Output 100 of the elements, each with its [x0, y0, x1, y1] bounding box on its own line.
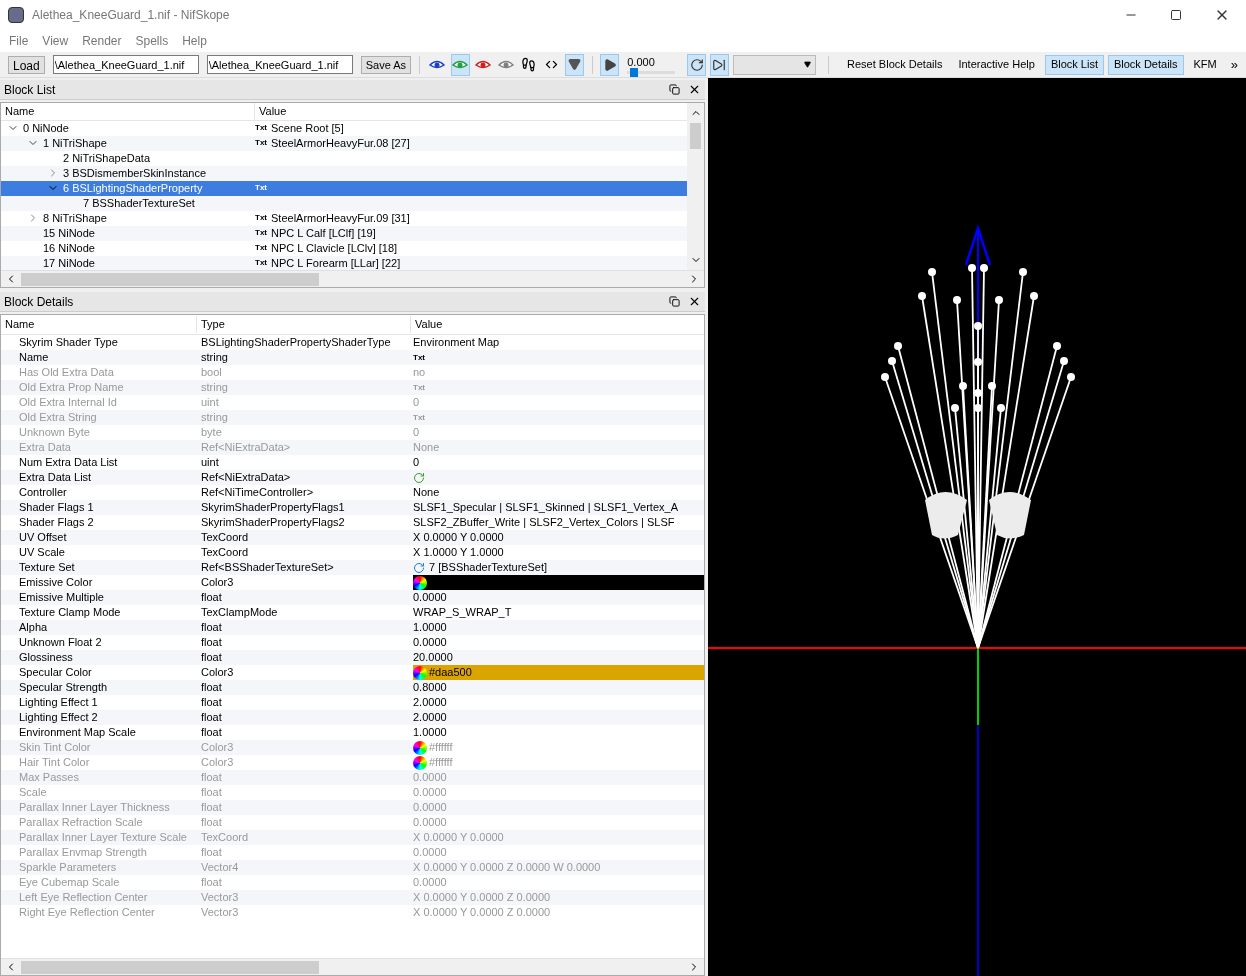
detail-row[interactable]: UV Offset TexCoord X 0.0000 Y 0.0000 — [1, 530, 704, 545]
name-cell-text: Lighting Effect 2 — [18, 710, 99, 726]
value-cell-text: no — [413, 365, 426, 381]
toolbar-action[interactable]: Reset Block Details — [841, 54, 949, 75]
panel-title: Block Details — [4, 293, 75, 311]
type-cell-text: float — [200, 710, 223, 726]
scrollbar-thumb[interactable] — [21, 272, 320, 286]
close-icon[interactable] — [688, 295, 701, 308]
value-cell-text: SLSF1_Specular | SLSF1_Skinned | SLSF1_Vertex_A — [413, 500, 678, 516]
maximize-icon[interactable] — [1170, 9, 1182, 21]
menu-item[interactable]: View — [35, 32, 76, 50]
color-hex: #ffffff — [429, 740, 453, 756]
type-cell-text: float — [200, 695, 223, 711]
value-cell-text: 2.0000 — [413, 710, 447, 726]
name-cell-text: Texture Set — [18, 560, 76, 576]
type-cell-text: Vector3 — [200, 905, 240, 921]
block-name: 0 NiNode — [22, 120, 69, 136]
time-slider-handle[interactable] — [629, 67, 638, 77]
3d-viewport[interactable] — [708, 78, 1246, 976]
name-cell-text: Sparkle Parameters — [18, 860, 118, 876]
play-icon — [602, 57, 617, 72]
detail-row[interactable]: Specular Strength float 0.8000 — [1, 680, 704, 695]
vertical-scrollbar[interactable] — [687, 103, 704, 270]
step-button[interactable] — [710, 53, 729, 76]
detail-row[interactable]: Shader Flags 1 SkyrimShaderPropertyFlags1 SLSF1_Specular | SLSF1_Skinned | SLSF1_Vertex_A — [1, 500, 704, 515]
block-name: 16 NiNode — [42, 240, 95, 256]
type-cell-text: float — [200, 620, 223, 636]
name-cell-text: Alpha — [18, 620, 49, 636]
color-swatch[interactable] — [413, 575, 704, 590]
color-wheel-icon — [413, 755, 427, 770]
type-cell-text: float — [200, 680, 223, 696]
file-path-field[interactable]: \Alethea_KneeGuard_1.nif — [206, 55, 353, 74]
menu-item[interactable]: Spells — [128, 32, 176, 50]
type-cell-text: Ref<NiExtraData> — [200, 470, 292, 486]
panel-title: Block List — [4, 81, 57, 99]
scrollbar-thumb[interactable] — [690, 123, 701, 149]
menu-item[interactable]: Help — [175, 32, 214, 50]
column-header[interactable]: Value — [255, 103, 287, 120]
horizontal-scrollbar[interactable] — [1, 958, 704, 975]
color-wheel-icon — [413, 575, 427, 590]
type-cell-text: byte — [200, 425, 223, 441]
value-cell-text: X 1.0000 Y 1.0000 — [413, 545, 504, 561]
play-button[interactable] — [600, 53, 620, 76]
name-cell-text: Old Extra String — [18, 410, 98, 426]
horizontal-scrollbar[interactable] — [1, 270, 704, 287]
view-tool-button[interactable] — [564, 53, 584, 76]
type-cell-text: BSLightingShaderPropertyShaderType — [200, 335, 392, 351]
toolbar-action[interactable]: KFM — [1187, 54, 1223, 75]
toolbar-overflow[interactable]: » — [1230, 54, 1238, 75]
name-cell-text: Unknown Float 2 — [18, 635, 103, 651]
load-button[interactable]: Load — [8, 55, 45, 74]
block-name: 6 BSLightingShaderProperty — [62, 180, 203, 196]
value-cell-text: 0.0000 — [413, 800, 447, 816]
save-as-button[interactable]: Save As — [360, 55, 412, 74]
type-cell-text: bool — [200, 365, 223, 381]
txt-tag: Txt — [413, 351, 425, 364]
value-cell-text: 2.0000 — [413, 695, 447, 711]
value-cell-text: 7 [BSShaderTextureSet] — [429, 560, 547, 576]
loop-button[interactable] — [687, 53, 707, 76]
toolbar-action[interactable]: Interactive Help — [952, 54, 1041, 75]
name-cell-text: Right Eye Reflection Center — [18, 905, 156, 921]
name-cell-text: Controller — [18, 485, 68, 501]
column-header[interactable]: Type — [197, 316, 411, 333]
dropdown-arrow-icon — [804, 61, 812, 68]
type-cell-text: float — [200, 800, 223, 816]
block-name: 7 BSShaderTextureSet — [82, 195, 195, 211]
detail-row[interactable]: Name string Txt — [1, 350, 704, 365]
close-icon[interactable] — [688, 83, 701, 96]
detail-row[interactable]: Lighting Effect 2 float 2.0000 — [1, 710, 704, 725]
menu-item[interactable]: File — [2, 32, 36, 50]
value-cell-text: 0 — [413, 425, 420, 441]
name-cell-text: Num Extra Data List — [18, 455, 119, 471]
file-path-field[interactable]: \Alethea_KneeGuard_1.nif — [52, 55, 199, 74]
name-cell-text: Parallax Inner Layer Thickness — [18, 800, 171, 816]
txt-tag: Txt — [255, 122, 267, 134]
detail-row[interactable]: Alpha float 1.0000 — [1, 620, 704, 635]
color-swatch[interactable]: #daa500 — [413, 665, 704, 680]
value-cell-text: 0.8000 — [413, 680, 447, 696]
scrollbar-thumb[interactable] — [21, 960, 320, 974]
color-hex: #daa500 — [429, 665, 472, 681]
float-icon[interactable] — [669, 296, 680, 307]
loop-icon — [689, 57, 704, 72]
detail-row[interactable]: Texture Set Ref<BSShaderTextureSet> 7 [BSShaderTextureSet] — [1, 560, 704, 575]
type-cell-text: TexCoord — [200, 545, 250, 561]
name-cell-text: Shader Flags 1 — [18, 500, 95, 516]
name-cell-text: Shader Flags 2 — [18, 515, 95, 531]
column-header[interactable]: Name — [1, 316, 197, 333]
type-cell-text: SkyrimShaderPropertyFlags2 — [200, 515, 346, 531]
type-cell-text: float — [200, 845, 223, 861]
toolbar-action[interactable]: Block Details — [1107, 54, 1184, 75]
detail-row[interactable]: Emissive Multiple float 0.0000 — [1, 590, 704, 605]
column-header[interactable]: Name — [1, 103, 255, 120]
float-icon[interactable] — [669, 84, 680, 95]
column-header[interactable]: Value — [411, 316, 443, 333]
detail-row[interactable]: Glossiness float 20.0000 — [1, 650, 704, 665]
type-cell-text: float — [200, 875, 223, 891]
menu-item[interactable]: Render — [75, 32, 129, 50]
name-cell-text: Emissive Multiple — [18, 590, 105, 606]
toolbar-action[interactable]: Block List — [1044, 54, 1104, 75]
detail-row[interactable]: Extra Data List Ref<NiExtraData> — [1, 470, 704, 485]
